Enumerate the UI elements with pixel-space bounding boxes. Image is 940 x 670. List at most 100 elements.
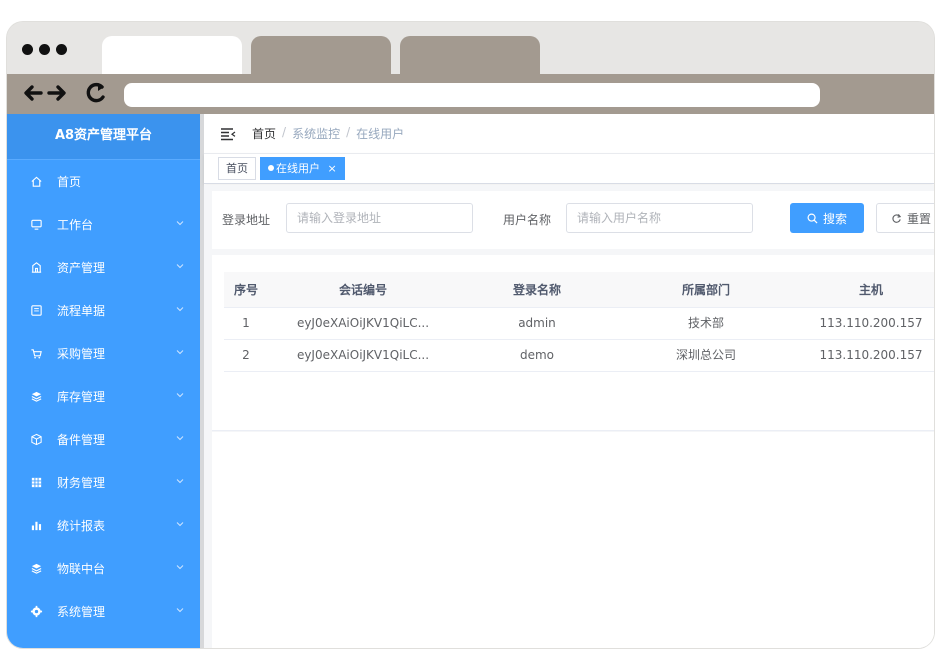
sidebar-item-label: 流程单据 xyxy=(57,304,106,318)
sidebar-item-spare-parts[interactable]: 备件管理 xyxy=(7,418,200,461)
cell-index: 2 xyxy=(242,348,250,362)
cell-department: 深圳总公司 xyxy=(675,348,736,362)
breadcrumb-system-monitor: 系统监控 xyxy=(292,127,341,141)
browser-tab-active[interactable] xyxy=(102,36,242,74)
breadcrumb-home[interactable]: 首页 xyxy=(252,125,276,142)
table-row[interactable]: 2 eyJ0eXAiOiJKV1QiLC... demo 深圳总公司 113.1… xyxy=(224,340,934,372)
document-icon xyxy=(29,304,43,318)
top-navbar: 首页 / 系统监控 / 在线用户 xyxy=(204,114,934,154)
browser-window: A8资产管理平台 首页 工作台 资产管理 流程单据 采购管理 库存管理 备件管理… xyxy=(7,22,934,648)
cell-login-name: demo xyxy=(519,348,555,362)
sidebar-item-label: 采购管理 xyxy=(57,347,106,361)
column-header-department: 所属部门 xyxy=(681,283,730,297)
chevron-down-icon xyxy=(176,307,184,312)
browser-tab-3[interactable] xyxy=(400,36,540,74)
cell-login-name: admin xyxy=(518,316,556,330)
table-row[interactable]: 1 eyJ0eXAiOiJKV1QiLC... admin 技术部 113.11… xyxy=(224,308,934,340)
search-button[interactable]: 搜索 xyxy=(790,203,864,233)
chevron-down-icon xyxy=(176,350,184,355)
login-address-input[interactable]: 请输入登录地址 xyxy=(286,203,473,233)
chevron-down-icon xyxy=(176,436,184,441)
sidebar-item-label: 系统管理 xyxy=(57,605,106,619)
address-bar xyxy=(7,74,934,114)
column-header-host: 主机 xyxy=(858,283,883,297)
username-input[interactable]: 请输入用户名称 xyxy=(566,203,753,233)
sidebar-item-label: 库存管理 xyxy=(57,390,106,404)
breadcrumb-separator: / xyxy=(282,125,287,139)
sidebar-item-inventory[interactable]: 库存管理 xyxy=(7,375,200,418)
app-logo[interactable]: A8资产管理平台 xyxy=(7,114,200,160)
tag-online-users-label: 在线用户 xyxy=(276,162,320,175)
minimize-window-dot[interactable] xyxy=(39,44,50,55)
online-users-table: 序号 会话编号 登录名称 所属部门 主机 1 eyJ0eXAiOiJKV1QiL… xyxy=(212,255,934,431)
chevron-down-icon xyxy=(176,522,184,527)
chevron-down-icon xyxy=(176,221,184,226)
sidebar-item-reports[interactable]: 统计报表 xyxy=(7,504,200,547)
bar-chart-icon xyxy=(29,519,43,533)
cell-host: 113.110.200.157 xyxy=(819,348,923,362)
cart-icon xyxy=(29,347,43,361)
browser-nav xyxy=(21,80,111,106)
sidebar-item-system[interactable]: 系统管理 xyxy=(7,590,200,633)
chevron-down-icon xyxy=(176,393,184,398)
refresh-icon xyxy=(892,213,902,223)
cell-host: 113.110.200.157 xyxy=(819,316,923,330)
column-header-login-name: 登录名称 xyxy=(512,283,561,297)
sidebar-item-label: 统计报表 xyxy=(57,519,106,533)
username-label: 用户名称 xyxy=(503,213,552,227)
sidebar-item-purchase[interactable]: 采购管理 xyxy=(7,332,200,375)
stack-icon xyxy=(29,562,43,576)
sidebar-item-label: 财务管理 xyxy=(57,476,106,490)
reload-icon[interactable] xyxy=(81,80,111,106)
browser-tab-bar xyxy=(7,22,934,74)
building-icon xyxy=(29,261,43,275)
sidebar-item-finance[interactable]: 财务管理 xyxy=(7,461,200,504)
cell-department: 技术部 xyxy=(687,316,724,330)
forward-arrow-icon[interactable] xyxy=(47,80,69,106)
hamburger-icon[interactable] xyxy=(220,127,236,141)
sidebar-item-process[interactable]: 流程单据 xyxy=(7,289,200,332)
chevron-down-icon xyxy=(176,565,184,570)
search-button-label: 搜索 xyxy=(822,211,847,226)
chevron-down-icon xyxy=(176,608,184,613)
sidebar-item-label: 首页 xyxy=(57,175,82,189)
login-address-label: 登录地址 xyxy=(222,213,271,227)
page-content: 登录地址 请输入登录地址 用户名称 请输入用户名称 搜索 重置 序号 会话编号 … xyxy=(204,185,934,648)
tags-view-bar: 首页 在线用户 × xyxy=(204,154,934,184)
column-header-session-id: 会话编号 xyxy=(338,283,387,297)
gear-icon xyxy=(29,605,43,619)
box-icon xyxy=(29,433,43,447)
app: A8资产管理平台 首页 工作台 资产管理 流程单据 采购管理 库存管理 备件管理… xyxy=(7,114,934,648)
layers-icon xyxy=(29,390,43,404)
sidebar-item-label: 工作台 xyxy=(57,218,94,232)
chevron-down-icon xyxy=(176,264,184,269)
close-icon[interactable]: × xyxy=(328,162,337,175)
main-area: 首页 / 系统监控 / 在线用户 首页 在线用户 × 登录地址 请输入登录地址 xyxy=(200,114,934,648)
sidebar-item-iot[interactable]: 物联中台 xyxy=(7,547,200,590)
back-arrow-icon[interactable] xyxy=(21,80,43,106)
browser-tab-2[interactable] xyxy=(251,36,391,74)
chevron-down-icon xyxy=(176,479,184,484)
tag-home[interactable]: 首页 xyxy=(218,157,256,180)
home-icon xyxy=(29,175,43,189)
cell-index: 1 xyxy=(242,316,250,330)
breadcrumb: 首页 / 系统监控 / 在线用户 xyxy=(252,125,404,142)
close-window-dot[interactable] xyxy=(22,44,33,55)
maximize-window-dot[interactable] xyxy=(56,44,67,55)
grid-icon xyxy=(29,476,43,490)
cell-session-id: eyJ0eXAiOiJKV1QiLC... xyxy=(296,348,430,362)
reset-button-label: 重置 xyxy=(906,211,931,226)
sidebar-item-home[interactable]: 首页 xyxy=(7,160,200,203)
sidebar-item-workbench[interactable]: 工作台 xyxy=(7,203,200,246)
search-icon xyxy=(807,213,818,224)
tag-online-users[interactable]: 在线用户 × xyxy=(260,157,345,180)
url-input[interactable] xyxy=(124,83,820,107)
monitor-icon xyxy=(29,218,43,232)
content-blank-area xyxy=(212,432,934,648)
sidebar: A8资产管理平台 首页 工作台 资产管理 流程单据 采购管理 库存管理 备件管理… xyxy=(7,114,200,648)
sidebar-item-assets[interactable]: 资产管理 xyxy=(7,246,200,289)
active-dot-icon xyxy=(268,165,274,171)
window-controls xyxy=(22,44,67,55)
reset-button[interactable]: 重置 xyxy=(876,203,934,233)
sidebar-item-label: 资产管理 xyxy=(57,261,106,275)
